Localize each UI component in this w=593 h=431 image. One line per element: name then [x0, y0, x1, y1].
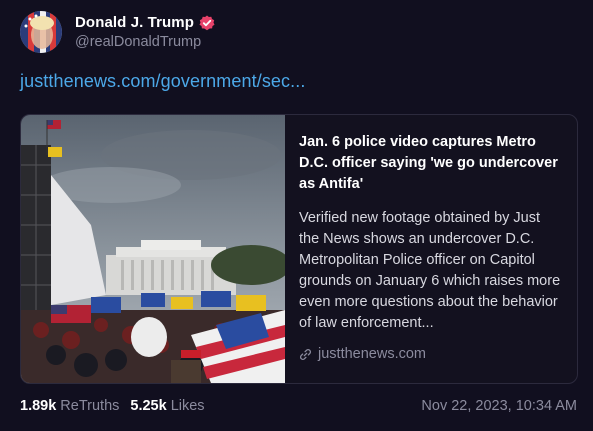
- likes-stat[interactable]: 5.25k Likes: [130, 398, 204, 414]
- card-title[interactable]: Jan. 6 police video captures Metro D.C. …: [299, 132, 563, 195]
- post-timestamp[interactable]: Nov 22, 2023, 10:34 AM: [421, 398, 577, 414]
- link-preview-card[interactable]: Jan. 6 police video captures Metro D.C. …: [20, 114, 578, 384]
- avatar[interactable]: [20, 11, 62, 53]
- verified-badge-icon: [199, 15, 215, 31]
- retruths-stat[interactable]: 1.89k ReTruths: [20, 398, 119, 414]
- card-domain-text: justthenews.com: [318, 346, 426, 362]
- display-name[interactable]: Donald J. Trump: [75, 14, 194, 31]
- retruths-label: ReTruths: [60, 398, 120, 414]
- card-domain[interactable]: justthenews.com: [299, 346, 563, 362]
- likes-label: Likes: [170, 398, 205, 414]
- card-description: Verified new footage obtained by Just th…: [299, 210, 561, 331]
- post-header: Donald J. Trump @realDonaldTrump: [20, 11, 215, 53]
- retruths-count: 1.89k: [20, 398, 57, 414]
- author-names: Donald J. Trump @realDonaldTrump: [75, 14, 215, 50]
- likes-count: 5.25k: [130, 398, 167, 414]
- card-body: Jan. 6 police video captures Metro D.C. …: [285, 115, 577, 383]
- handle[interactable]: @realDonaldTrump: [75, 34, 215, 50]
- post-stats: 1.89k ReTruths 5.25k Likes: [20, 398, 205, 414]
- link-icon: [299, 348, 312, 361]
- capitol-crowd-photo: [21, 115, 285, 383]
- post-link[interactable]: justthenews.com/government/sec...: [20, 71, 305, 92]
